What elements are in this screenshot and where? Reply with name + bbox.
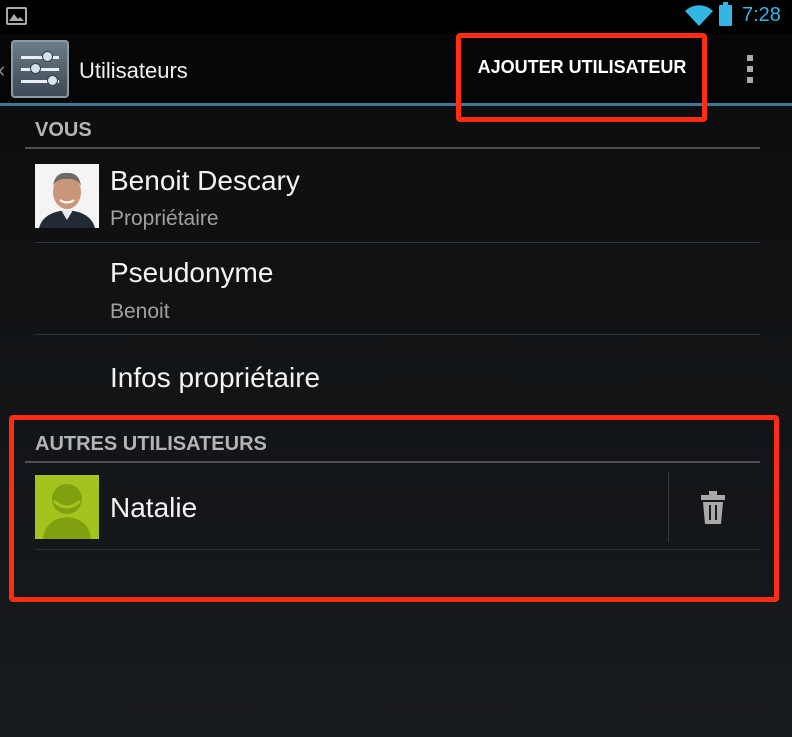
battery-icon — [719, 2, 732, 26]
section-header-you: VOUS — [35, 119, 92, 141]
trash-icon — [701, 491, 725, 524]
settings-icon[interactable] — [11, 40, 69, 98]
status-bar: 7:28 — [0, 0, 792, 33]
section-header-other-users: AUTRES UTILISATEURS — [35, 433, 267, 455]
nickname-label: Pseudonyme — [110, 257, 274, 288]
guest-avatar-icon — [35, 475, 99, 539]
delete-user-button[interactable] — [670, 472, 755, 542]
action-bar: ‹ Utilisateurs AJOUTER UTILISATEUR — [0, 33, 792, 106]
owner-name: Benoit Descary — [110, 165, 300, 196]
add-user-button[interactable]: AJOUTER UTILISATEUR — [462, 37, 702, 97]
owner-info-label: Infos propriétaire — [110, 362, 321, 393]
status-time: 7:28 — [742, 4, 781, 26]
gallery-icon — [6, 7, 27, 25]
wifi-icon — [685, 5, 713, 27]
section-divider — [25, 147, 760, 149]
delete-divider — [668, 472, 669, 542]
section-divider — [25, 461, 760, 463]
row-divider — [35, 549, 760, 550]
page-title: Utilisateurs — [79, 58, 188, 83]
up-chevron-icon[interactable]: ‹ — [0, 57, 5, 83]
owner-role: Propriétaire — [110, 207, 219, 230]
overflow-menu-icon[interactable] — [738, 51, 762, 87]
user-name: Natalie — [110, 492, 198, 523]
nickname-value: Benoit — [110, 300, 170, 323]
avatar — [35, 164, 99, 228]
